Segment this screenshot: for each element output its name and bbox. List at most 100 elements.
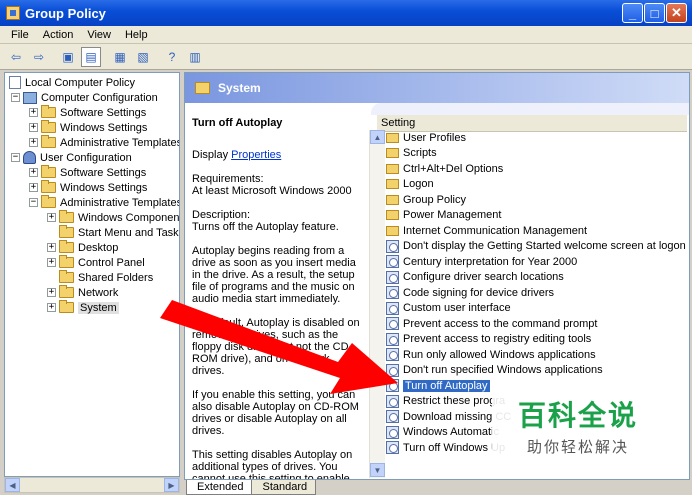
expand-icon[interactable]: + (29, 123, 38, 132)
policy-setting-icon (386, 332, 399, 346)
folder-icon (41, 165, 56, 178)
paragraph-3: If you enable this setting, you can also… (192, 389, 359, 437)
list-item-windows-update[interactable]: Turn off Windows Up (386, 440, 505, 456)
tree-item-system[interactable]: + System (47, 300, 119, 315)
tree-item-user-administrative-templates[interactable]: − Administrative Templates (29, 195, 179, 210)
up-folder-icon[interactable]: ▣ (58, 47, 78, 67)
list-item-code-signing[interactable]: Code signing for device drivers (386, 285, 554, 301)
expand-icon[interactable]: + (47, 243, 56, 252)
tree-item-desktop[interactable]: + Desktop (47, 240, 118, 255)
tree-item-windows-components[interactable]: + Windows Components (47, 210, 179, 225)
scroll-right-icon[interactable]: ▶ (164, 478, 179, 492)
list-item-century[interactable]: Century interpretation for Year 2000 (386, 254, 577, 270)
tree-item-user-configuration[interactable]: − User Configuration (11, 150, 132, 165)
folder-icon (386, 194, 399, 205)
expand-icon[interactable]: + (47, 258, 56, 267)
list-item-allowed-apps[interactable]: Run only allowed Windows applications (386, 347, 596, 363)
watermark-title: 百科全说 (517, 398, 638, 432)
show-tree-icon[interactable]: ▤ (81, 46, 101, 67)
collapse-icon[interactable]: − (29, 198, 38, 207)
menu-help[interactable]: Help (118, 29, 155, 41)
list-item-restrict-programs[interactable]: Restrict these progra (386, 394, 505, 410)
expand-icon[interactable]: + (47, 288, 56, 297)
minimize-button[interactable]: _ (622, 3, 643, 23)
menu-view[interactable]: View (80, 29, 118, 41)
list-header-background (371, 103, 689, 115)
tree-item-shared-folders[interactable]: Shared Folders (59, 270, 153, 285)
tree-item-administrative-templates[interactable]: + Administrative Templates (29, 135, 179, 150)
help-icon[interactable]: ? (162, 47, 182, 67)
policy-setting-icon (386, 270, 399, 284)
expand-icon[interactable]: + (29, 168, 38, 177)
list-vertical-scrollbar[interactable]: ▲ ▼ (369, 130, 385, 478)
folder-icon (386, 210, 399, 221)
collapse-icon[interactable]: − (11, 153, 20, 162)
list-item-internet-communication[interactable]: Internet Communication Management (386, 223, 587, 239)
tree-item-user-windows-settings[interactable]: + Windows Settings (29, 180, 147, 195)
expand-icon[interactable]: + (47, 303, 56, 312)
scroll-left-icon[interactable]: ◀ (5, 478, 20, 492)
details-title: System (218, 81, 261, 95)
folder-icon (41, 105, 56, 118)
list-item-registry-tools[interactable]: Prevent access to registry editing tools (386, 332, 591, 348)
list-item-group-policy[interactable]: Group Policy (386, 192, 466, 208)
list-item-specified-apps[interactable]: Don't run specified Windows applications (386, 363, 603, 379)
description-text: Description: Turns off the Autoplay featu… (192, 209, 339, 233)
details-header: System (185, 73, 689, 103)
scroll-down-icon[interactable]: ▼ (370, 463, 385, 477)
expand-icon[interactable]: + (29, 108, 38, 117)
list-item-scripts[interactable]: Scripts (386, 146, 437, 162)
list-item-windows-automatic[interactable]: Windows Automatic (386, 425, 499, 441)
list-item-logon[interactable]: Logon (386, 177, 434, 193)
collapse-icon[interactable]: − (11, 93, 20, 102)
list-item-driver-search[interactable]: Configure driver search locations (386, 270, 564, 286)
list-item-command-prompt[interactable]: Prevent access to the command prompt (386, 316, 597, 332)
toggle-view-icon[interactable]: ▥ (185, 47, 205, 67)
tree-pane: Local Computer Policy − Computer Configu… (4, 72, 180, 477)
display-line: Display Properties (192, 149, 282, 161)
tree-item-control-panel[interactable]: + Control Panel (47, 255, 145, 270)
menu-file[interactable]: File (4, 29, 36, 41)
tree-item-software-settings[interactable]: + Software Settings (29, 105, 146, 120)
tree-item-computer-configuration[interactable]: − Computer Configuration (11, 90, 158, 105)
folder-icon (59, 240, 74, 253)
tree-item-local-computer-policy[interactable]: Local Computer Policy (9, 75, 135, 90)
policy-setting-icon (386, 425, 399, 439)
expand-icon[interactable]: + (47, 213, 56, 222)
properties-icon[interactable]: ▦ (110, 47, 130, 67)
tree-item-windows-settings[interactable]: + Windows Settings (29, 120, 147, 135)
folder-icon (386, 163, 399, 174)
list-item-custom-ui[interactable]: Custom user interface (386, 301, 511, 317)
folder-icon (59, 270, 74, 283)
folder-icon (41, 180, 56, 193)
expand-icon[interactable]: + (29, 183, 38, 192)
view-tabs: Extended Standard (186, 480, 317, 495)
back-arrow-icon[interactable]: ⇦ (6, 47, 26, 67)
menu-action[interactable]: Action (36, 29, 81, 41)
expand-icon[interactable]: + (29, 138, 38, 147)
forward-arrow-icon[interactable]: ⇨ (29, 47, 49, 67)
list-item-user-profiles[interactable]: User Profiles (386, 130, 466, 146)
tree-item-user-software-settings[interactable]: + Software Settings (29, 165, 146, 180)
tree-item-start-menu-taskbar[interactable]: Start Menu and Taskba (59, 225, 179, 240)
list-item-turn-off-autoplay[interactable]: Turn off Autoplay (386, 378, 490, 394)
tree-item-network[interactable]: + Network (47, 285, 118, 300)
tab-standard[interactable]: Standard (251, 480, 317, 495)
folder-icon (386, 225, 399, 236)
maximize-button[interactable]: □ (644, 3, 665, 23)
export-list-icon[interactable]: ▧ (133, 47, 153, 67)
properties-link[interactable]: Properties (231, 149, 281, 161)
tree-horizontal-scrollbar[interactable]: ◀ ▶ (4, 477, 180, 493)
close-button[interactable]: ✕ (666, 3, 687, 23)
document-icon (9, 76, 21, 89)
paragraph-2: By default, Autoplay is disabled on remo… (192, 317, 360, 377)
user-icon (23, 151, 36, 164)
list-item-getting-started[interactable]: Don't display the Getting Started welcom… (386, 239, 686, 255)
tab-extended[interactable]: Extended (186, 480, 253, 495)
list-item-power-management[interactable]: Power Management (386, 208, 501, 224)
list-item-ctrl-alt-del[interactable]: Ctrl+Alt+Del Options (386, 161, 503, 177)
policy-setting-icon (386, 410, 399, 424)
policy-setting-icon (386, 394, 399, 408)
scroll-up-icon[interactable]: ▲ (370, 130, 385, 144)
folder-icon (59, 210, 74, 223)
